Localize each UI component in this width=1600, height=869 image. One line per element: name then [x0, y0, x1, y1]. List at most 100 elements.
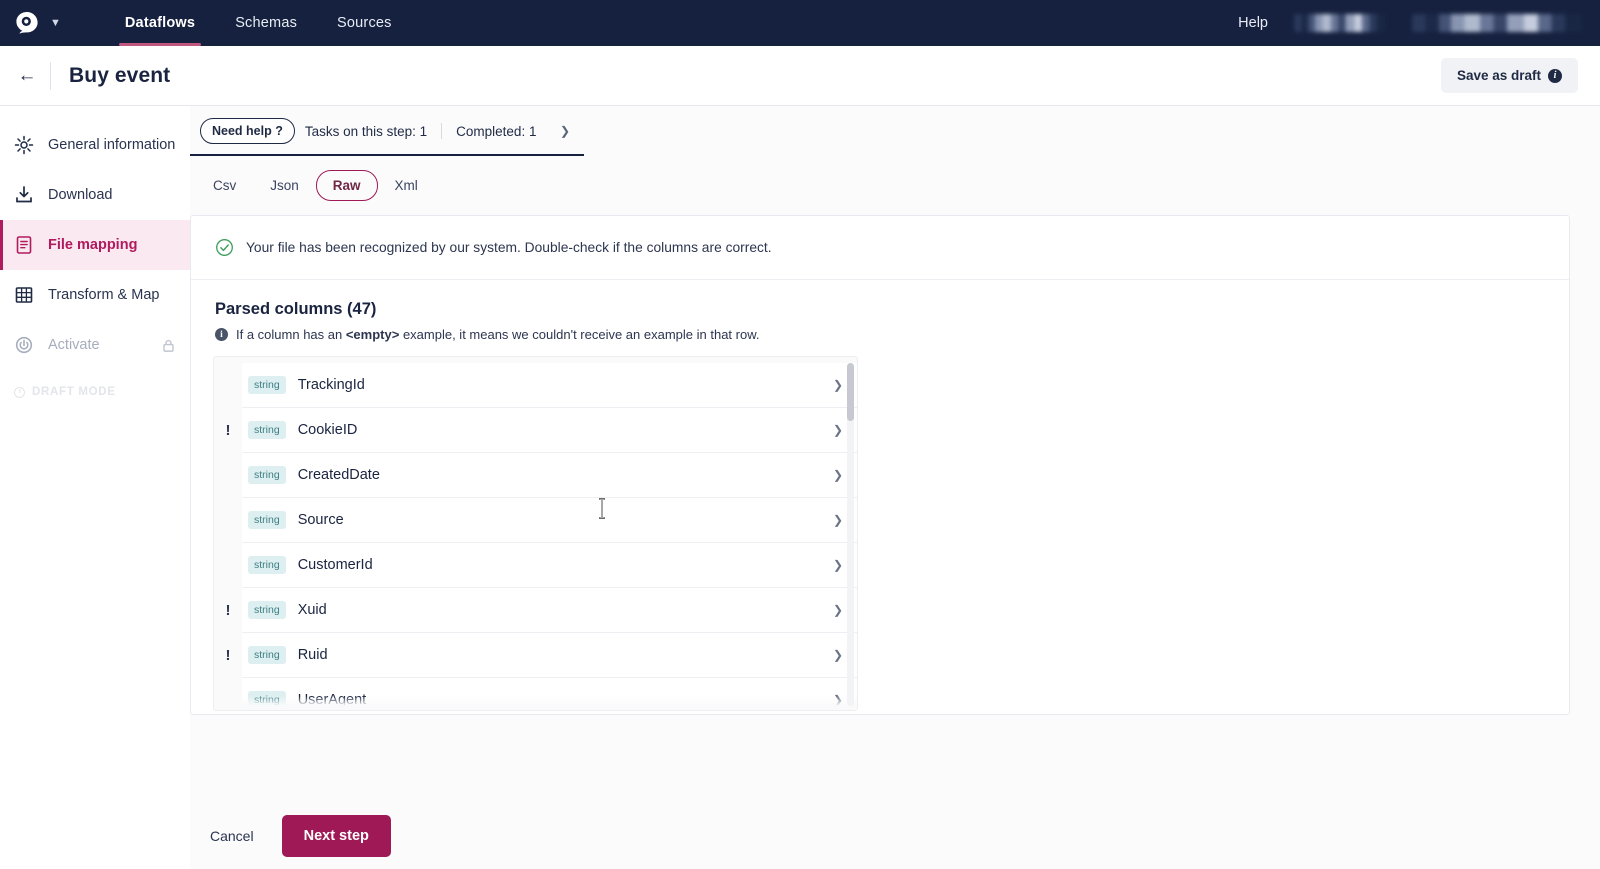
download-icon	[16, 186, 32, 203]
columns-scroll-area[interactable]: string TrackingId ❯ string CookieID ❯ st…	[242, 357, 857, 710]
sidebar-item-general-information[interactable]: General information	[0, 120, 190, 170]
page-title: Buy event	[69, 63, 171, 87]
chevron-down-icon[interactable]: ❯	[560, 124, 584, 138]
hint-text: If a column has an <empty> example, it m…	[236, 327, 760, 342]
sidebar-item-label: Download	[48, 187, 113, 203]
column-name: Source	[297, 512, 344, 528]
check-circle-icon	[216, 239, 233, 256]
column-name: CookieID	[297, 422, 358, 438]
main-content: Need help ? Tasks on this step: 1 Comple…	[190, 106, 1600, 869]
document-icon	[16, 236, 32, 254]
list-scrollbar[interactable]	[847, 363, 854, 706]
nav-item-label: Dataflows	[124, 15, 196, 31]
type-badge: string	[248, 375, 286, 395]
next-step-button[interactable]: Next step	[281, 815, 391, 857]
format-tabs: Csv Json Raw Xml	[190, 156, 1570, 201]
table-icon	[15, 287, 33, 303]
empty-example-hint: i If a column has an <empty> example, it…	[215, 327, 1545, 342]
nav-item-schemas[interactable]: Schemas	[215, 0, 317, 46]
chevron-down-icon[interactable]: ❯	[833, 558, 843, 572]
column-name: CreatedDate	[297, 467, 380, 483]
chevron-down-icon[interactable]: ❯	[833, 513, 843, 527]
cancel-button[interactable]: Cancel	[204, 818, 260, 854]
column-name: UserAgent	[297, 692, 367, 708]
brand-logo[interactable]: ▼	[14, 10, 61, 36]
gear-icon	[14, 135, 34, 155]
sidebar-item-download[interactable]: Download	[0, 170, 190, 220]
primary-nav-items: Dataflows Schemas Sources	[105, 0, 412, 46]
info-icon: i	[1548, 68, 1562, 83]
tab-label: Json	[270, 178, 299, 193]
table-row[interactable]: string CreatedDate ❯	[242, 453, 857, 498]
chevron-down-icon[interactable]: ❯	[833, 423, 843, 437]
type-badge: string	[248, 555, 286, 575]
chevron-down-icon[interactable]: ❯	[833, 693, 843, 707]
tab-label: Raw	[332, 178, 361, 193]
top-navigation-bar: ▼ Dataflows Schemas Sources Help	[0, 0, 1600, 46]
chevron-down-icon[interactable]: ❯	[833, 468, 843, 482]
table-row[interactable]: string Source ❯	[242, 498, 857, 543]
type-badge: string	[248, 600, 286, 620]
section-title: Parsed columns (47)	[215, 300, 377, 318]
power-icon	[15, 336, 33, 354]
tab-csv[interactable]: Csv	[196, 170, 253, 201]
table-row[interactable]: string TrackingId ❯	[242, 363, 857, 408]
table-row[interactable]: string Xuid ❯	[242, 588, 857, 633]
file-mapping-card: Your file has been recognized by our sys…	[190, 215, 1570, 715]
warning-gutter: ! ! !	[214, 357, 242, 710]
table-row[interactable]: string Ruid ❯	[242, 633, 857, 678]
help-link[interactable]: Help	[1238, 15, 1268, 31]
warning-slot	[214, 363, 242, 408]
app-body: General information Download File mappin…	[0, 106, 1600, 869]
table-row[interactable]: string CookieID ❯	[242, 408, 857, 453]
recognition-alert-text: Your file has been recognized by our sys…	[246, 240, 772, 255]
header-divider	[50, 61, 51, 90]
nav-item-dataflows[interactable]: Dataflows	[105, 0, 215, 46]
chevron-down-icon[interactable]: ❯	[833, 648, 843, 662]
owl-logo-icon	[16, 12, 38, 34]
column-name: Ruid	[297, 647, 328, 663]
footer-actions: Cancel Next step	[190, 803, 1600, 869]
warning-slot	[214, 498, 242, 543]
parsed-columns-list[interactable]: ! ! ! string TrackingId ❯ string CookieI…	[213, 356, 858, 711]
warning-marker: !	[225, 422, 231, 439]
type-badge: string	[248, 465, 286, 485]
nav-item-label: Sources	[337, 15, 392, 31]
draft-mode-indicator: DRAFT MODE	[0, 386, 190, 398]
chevron-down-icon[interactable]: ❯	[833, 378, 843, 392]
info-icon: i	[215, 328, 228, 341]
table-row[interactable]: string CustomerId ❯	[242, 543, 857, 588]
status-strip: Need help ? Tasks on this step: 1 Comple…	[190, 106, 584, 156]
type-badge: string	[248, 420, 286, 440]
page-header: ← Buy event Save as draft i	[0, 46, 1600, 106]
scrollbar-thumb[interactable]	[847, 363, 854, 421]
tab-raw[interactable]: Raw	[315, 170, 378, 201]
lock-icon	[163, 339, 174, 352]
strip-divider	[441, 123, 443, 139]
tab-label: Xml	[394, 178, 418, 193]
need-help-button[interactable]: Need help ?	[200, 118, 295, 144]
column-name: CustomerId	[297, 557, 373, 573]
nav-item-label: Schemas	[235, 15, 298, 31]
nav-right-group: Help	[1238, 14, 1582, 32]
sidebar-item-label: Activate	[48, 337, 100, 353]
arrow-left-icon[interactable]: ←	[10, 59, 44, 93]
column-name: Xuid	[297, 602, 327, 618]
redacted-account-name	[1294, 14, 1386, 32]
chevron-down-icon[interactable]: ❯	[833, 603, 843, 617]
type-badge: string	[248, 690, 286, 710]
sidebar-item-file-mapping[interactable]: File mapping	[0, 220, 190, 270]
type-badge: string	[248, 645, 286, 665]
nav-item-sources[interactable]: Sources	[317, 0, 412, 46]
table-row[interactable]: string UserAgent ❯	[242, 678, 857, 710]
chevron-down-icon: ▼	[50, 16, 61, 29]
tab-xml[interactable]: Xml	[378, 170, 435, 201]
column-name: TrackingId	[297, 377, 365, 393]
tab-json[interactable]: Json	[253, 170, 316, 201]
warning-slot	[214, 678, 242, 710]
save-as-draft-button[interactable]: Save as draft i	[1440, 58, 1578, 93]
warning-slot	[214, 453, 242, 498]
parsed-columns-section: Parsed columns (47) i If a column has an…	[191, 280, 1569, 342]
sidebar-item-transform-and-map[interactable]: Transform & Map	[0, 270, 190, 320]
sidebar: General information Download File mappin…	[0, 106, 190, 869]
